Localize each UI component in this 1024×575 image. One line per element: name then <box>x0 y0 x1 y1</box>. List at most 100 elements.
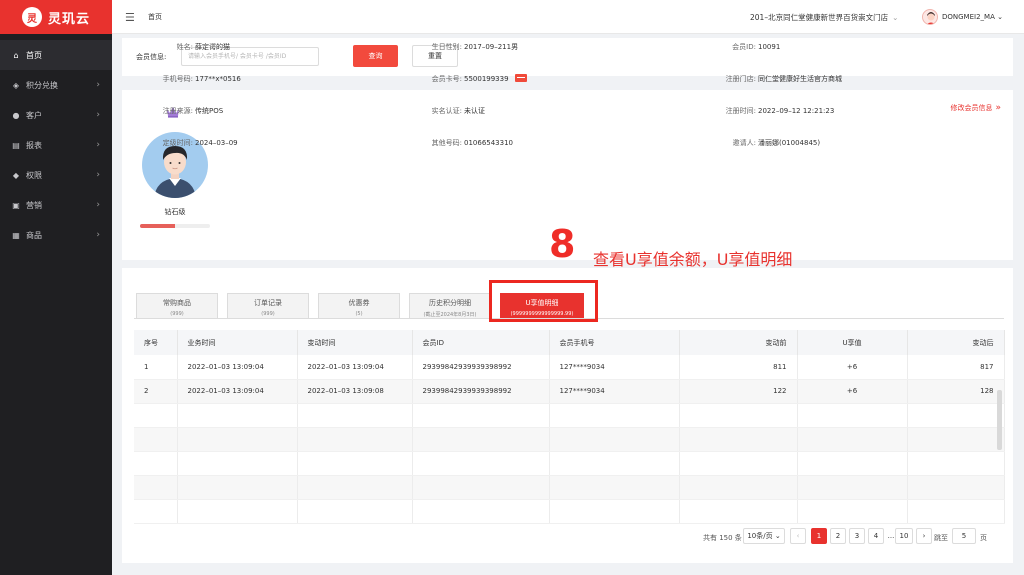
field-value: 传统POS <box>195 107 224 115</box>
field-value: 177**x*0516 <box>195 75 241 83</box>
user-name: DONGMEI2_MA <box>942 13 995 21</box>
double-chevron-right-icon: » <box>995 103 1001 113</box>
user-icon: ● <box>12 110 20 120</box>
field-value: 10091 <box>758 43 781 51</box>
pagination-total: 共有 150 条 <box>703 534 742 542</box>
field-birthday: 生日性别: 2017–09–211男 <box>380 42 518 52</box>
page-button-10[interactable]: 10 <box>895 528 913 544</box>
tab-points-history[interactable]: 历史积分明细 (截止至2024年8月3日) <box>409 293 491 319</box>
edit-member-label: 修改会员信息 <box>950 104 993 112</box>
level-progress-fill <box>140 224 175 228</box>
chevron-right-icon: › <box>96 110 100 120</box>
sidebar-item-label: 首页 <box>26 50 42 60</box>
chevron-right-icon: › <box>96 200 100 210</box>
field-label: 注册门店: <box>725 75 756 83</box>
table-cell: 1 <box>134 355 178 380</box>
col-header: 会员手机号 <box>549 330 680 355</box>
col-header: 业务时间 <box>177 330 298 355</box>
tab-order-records[interactable]: 订单记录 (999) <box>227 293 309 319</box>
search-panel: 会员信息: 查询 重置 <box>122 38 1013 76</box>
sidebar-nav: ⌂ 首页 ◈ 积分兑换 › ● 客户 › ▤ 报表 › ◆ 权限 › ▣ 营销 … <box>0 40 112 250</box>
field-value: 2017–09–211男 <box>464 43 519 51</box>
page-button-4[interactable]: 4 <box>868 528 884 544</box>
next-page-button[interactable]: › <box>916 528 932 544</box>
field-name: 姓名: 薛定谔的猫 <box>121 42 230 52</box>
field-label: 手机号码: <box>162 75 193 83</box>
sidebar-item-marketing[interactable]: ▣ 营销 › <box>0 190 112 220</box>
table-cell: 127****9034 <box>549 355 680 380</box>
field-source: 注册来源: 传统POS <box>121 106 224 116</box>
page-button-2[interactable]: 2 <box>830 528 846 544</box>
tab-count: (999) <box>170 311 184 317</box>
sidebar-item-label: 客户 <box>26 110 42 120</box>
chevron-down-icon: ⌄ <box>997 13 1003 21</box>
tab-label: 历史积分明细 <box>429 299 471 307</box>
field-value: 2024–03–09 <box>195 139 238 147</box>
page-jump-input[interactable]: 5 <box>952 528 976 544</box>
field-label: 姓名: <box>176 43 193 51</box>
field-label: 注册时间: <box>725 107 756 115</box>
sidebar-item-home[interactable]: ⌂ 首页 <box>0 40 112 70</box>
chevron-down-icon: ⌄ <box>892 13 899 22</box>
sidebar-item-label: 积分兑换 <box>26 80 58 90</box>
jump-label: 跳至 <box>934 534 948 542</box>
marketing-icon: ▣ <box>12 200 20 210</box>
field-reg-store: 注册门店: 同仁堂健康好生活官方商城 <box>690 74 842 84</box>
table-cell: 29399842939939398992 <box>412 379 550 404</box>
page-button-1[interactable]: 1 <box>811 528 827 544</box>
field-label: 会员卡号: <box>431 75 462 83</box>
tab-coupons[interactable]: 优惠券 (5) <box>318 293 400 319</box>
col-header: 变动后 <box>907 330 1005 355</box>
sidebar-item-permissions[interactable]: ◆ 权限 › <box>0 160 112 190</box>
field-label: 实名认证: <box>431 107 462 115</box>
sidebar-item-customers[interactable]: ● 客户 › <box>0 100 112 130</box>
u-value-table: 序号 业务时间 变动时间 会员ID 会员手机号 变动前 U享值 变动后 1 20… <box>134 330 1005 524</box>
col-header: U享值 <box>797 330 908 355</box>
user-menu[interactable]: DONGMEI2_MA ⌄ <box>942 13 1003 21</box>
tab-count: (999) <box>261 311 275 317</box>
tab-count: (5) <box>355 311 363 317</box>
app-name: 灵玑云 <box>48 11 91 27</box>
page-size-select[interactable]: 10条/页 ⌄ <box>743 528 785 544</box>
prev-page-button[interactable]: ‹ <box>790 528 806 544</box>
tab-label: 优惠券 <box>348 299 370 307</box>
page-unit-label: 页 <box>980 534 987 542</box>
field-value: 5500199339 <box>464 75 509 83</box>
table-cell: 128 <box>907 379 1005 404</box>
table-cell: 2022–01–03 13:09:04 <box>297 355 413 380</box>
page-button-3[interactable]: 3 <box>849 528 865 544</box>
avatar[interactable] <box>922 9 938 25</box>
table-cell: 811 <box>679 355 798 380</box>
table-row <box>134 451 1005 476</box>
store-select[interactable]: 201–北京同仁堂健康新世界百货崇文门店 ⌄ <box>750 12 898 23</box>
edit-member-link[interactable]: 修改会员信息» <box>950 103 1001 113</box>
sidebar-item-reports[interactable]: ▤ 报表 › <box>0 130 112 160</box>
table-cell: +6 <box>797 379 908 404</box>
tab-count: (截止至2024年8月3日) <box>423 312 477 318</box>
sidebar-item-goods[interactable]: ▦ 商品 › <box>0 220 112 250</box>
field-label: 定级时间: <box>162 139 193 147</box>
chevron-right-icon: › <box>96 230 100 240</box>
field-reg-time: 注册时间: 2022–09–12 12:21:23 <box>690 106 835 116</box>
table-row: 2 2022–01–03 13:09:04 2022–01–03 13:09:0… <box>134 379 1005 404</box>
field-label: 生日性别: <box>431 43 462 51</box>
home-icon: ⌂ <box>13 50 19 60</box>
app-logo[interactable]: 灵 灵玑云 <box>0 0 112 34</box>
chevron-right-icon: › <box>96 170 100 180</box>
sidebar-item-points-exchange[interactable]: ◈ 积分兑换 › <box>0 70 112 100</box>
field-inviter: 邀请人: 潘丽娜(01004845) <box>690 138 820 148</box>
field-fixed-time: 定级时间: 2024–03–09 <box>121 138 238 148</box>
field-value: 未认证 <box>464 107 485 115</box>
tab-frequent-goods[interactable]: 常购商品 (999) <box>136 293 218 319</box>
tab-label: 常购商品 <box>163 299 191 307</box>
menu-toggle-icon[interactable]: ☰ <box>125 11 135 24</box>
sidebar-item-label: 报表 <box>26 140 42 150</box>
table-scrollbar[interactable] <box>997 390 1002 450</box>
member-level: 钻石级 <box>164 208 186 216</box>
field-member-id: 会员ID: 10091 <box>690 42 780 52</box>
annotation-number: 8 <box>549 222 576 266</box>
member-card-icon[interactable] <box>514 74 527 82</box>
table-row <box>134 427 1005 452</box>
table-row: 1 2022–01–03 13:09:04 2022–01–03 13:09:0… <box>134 355 1005 380</box>
field-value: 潘丽娜(01004845) <box>758 139 821 147</box>
